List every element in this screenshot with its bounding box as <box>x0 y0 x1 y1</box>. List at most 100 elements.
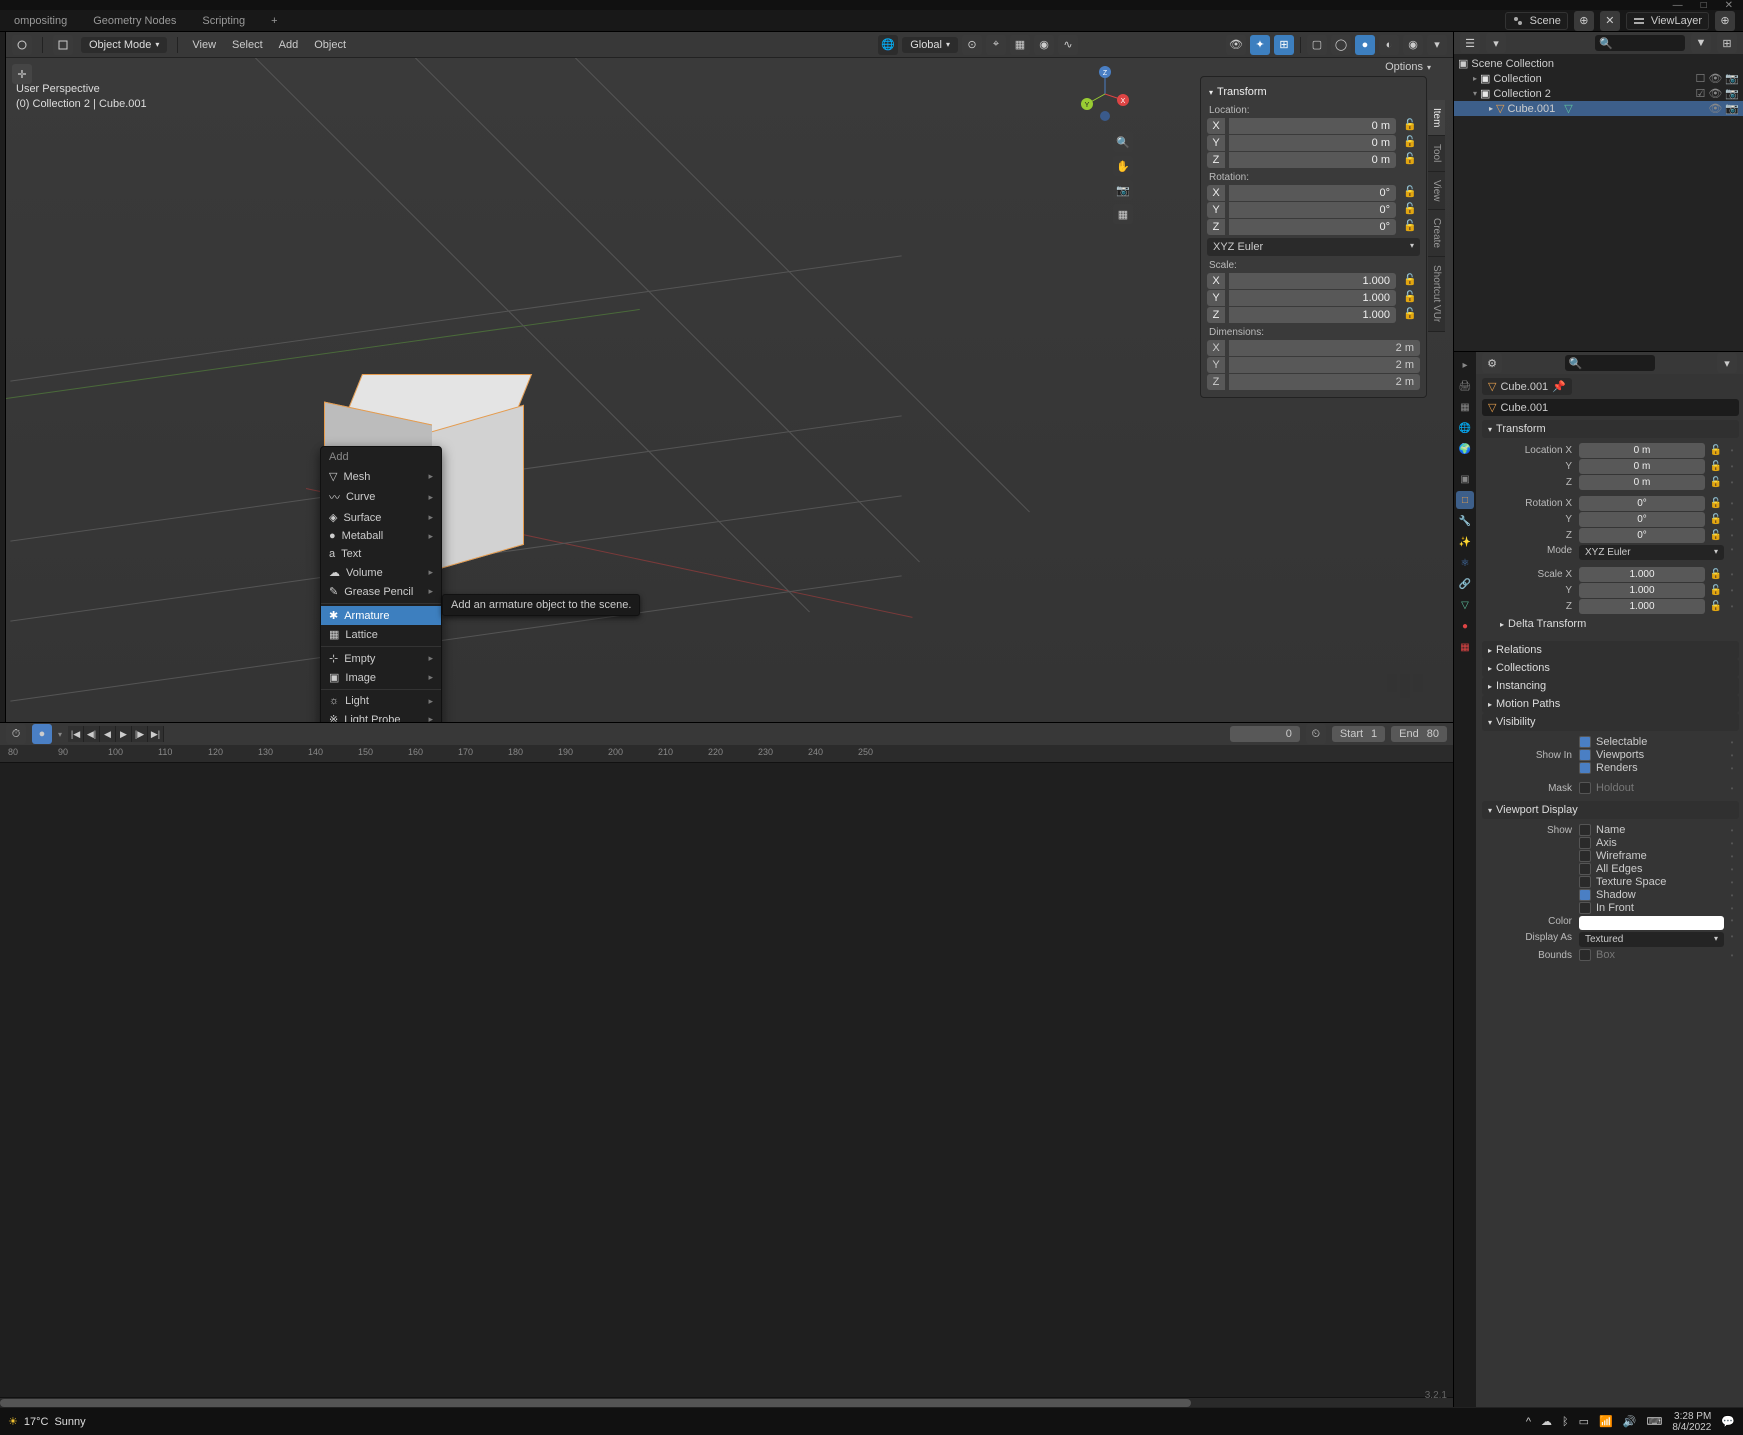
add-mesh[interactable]: ▽Mesh▸ <box>321 467 441 486</box>
section-visibility[interactable]: ▾Visibility <box>1482 713 1739 731</box>
snap-toggle-icon[interactable]: ⌖ <box>986 35 1006 55</box>
eye-icon[interactable]: 👁 <box>1708 102 1722 115</box>
section-transform[interactable]: ▾Transform <box>1482 420 1739 438</box>
weather-widget[interactable]: ☀ 17°C Sunny <box>8 1415 86 1428</box>
add-surface[interactable]: ◈Surface▸ <box>321 508 441 527</box>
lock-icon[interactable]: 🔓 <box>1708 445 1724 456</box>
add-grease-pencil[interactable]: ✎Grease Pencil▸ <box>321 582 441 601</box>
notifications-icon[interactable]: 💬 <box>1721 1415 1735 1428</box>
lock-icon[interactable]: 🔓 <box>1708 477 1724 488</box>
tree-scene-collection[interactable]: ▣ Scene Collection <box>1454 56 1743 71</box>
section-instancing[interactable]: ▸Instancing <box>1482 677 1739 695</box>
add-lattice[interactable]: ▦Lattice <box>321 625 441 644</box>
rot-z-axis[interactable]: Z <box>1207 219 1225 235</box>
dim-z-axis[interactable]: Z <box>1207 374 1225 390</box>
checkbox[interactable] <box>1579 876 1591 888</box>
rot-y-axis[interactable]: Y <box>1207 202 1225 218</box>
cursor-tool-icon[interactable]: ✛ <box>12 64 32 84</box>
visibility-icon[interactable]: 👁 <box>1226 35 1246 55</box>
lock-icon[interactable]: 🔓 <box>1708 498 1724 509</box>
checkbox[interactable] <box>1579 824 1591 836</box>
workspace-tab-add[interactable]: + <box>265 13 283 29</box>
n-tab-shortcut[interactable]: Shortcut VUr <box>1428 257 1445 331</box>
rotation-mode-dropdown[interactable]: XYZ Euler▾ <box>1579 545 1724 560</box>
zoom-icon[interactable]: 🔍 <box>1113 132 1133 152</box>
tab-material[interactable]: ● <box>1456 617 1474 635</box>
editor-type-icon[interactable] <box>12 35 32 55</box>
preview-range-icon[interactable]: ⏲ <box>1306 724 1326 744</box>
rot-x-axis[interactable]: X <box>1207 185 1225 201</box>
screen-icon[interactable]: ▭ <box>1579 1415 1589 1428</box>
auto-key-icon[interactable]: ● <box>32 724 52 744</box>
clock[interactable]: 3:28 PM 8/4/2022 <box>1672 1411 1711 1433</box>
tab-render[interactable]: ▸ <box>1456 356 1474 374</box>
checkbox[interactable] <box>1579 850 1591 862</box>
workspace-tab-geometry-nodes[interactable]: Geometry Nodes <box>87 13 182 29</box>
keyframe-prev-icon[interactable]: ◀| <box>84 726 100 742</box>
outliner-tree[interactable]: ▣ Scene Collection ▸ ▣ Collection ☐👁📷 ▾ … <box>1454 54 1743 351</box>
xray-icon[interactable]: ▢ <box>1307 35 1327 55</box>
prop-loc-x[interactable]: 0 m <box>1579 443 1705 458</box>
menu-object[interactable]: Object <box>310 37 350 53</box>
scale-x-value[interactable]: 1.000 <box>1229 273 1396 289</box>
lock-icon[interactable]: 🔓 <box>1708 601 1724 612</box>
section-motion-paths[interactable]: ▸Motion Paths <box>1482 695 1739 713</box>
lock-icon[interactable]: 🔓 <box>1708 569 1724 580</box>
language-icon[interactable]: ⌨ <box>1646 1415 1662 1428</box>
outliner-filter-icon[interactable]: ▼ <box>1691 33 1711 53</box>
chevron-up-icon[interactable]: ^ <box>1526 1416 1531 1428</box>
n-tab-create[interactable]: Create <box>1428 210 1445 257</box>
dim-y-axis[interactable]: Y <box>1207 357 1225 373</box>
viewlayer-add-icon[interactable]: ⊕ <box>1715 11 1735 31</box>
prop-rot-z[interactable]: 0° <box>1579 528 1705 543</box>
n-tab-tool[interactable]: Tool <box>1428 136 1445 171</box>
workspace-tab-scripting[interactable]: Scripting <box>196 13 251 29</box>
pivot-icon[interactable]: ⊙ <box>962 35 982 55</box>
render-icon[interactable]: 📷 <box>1725 102 1739 115</box>
camera-view-icon[interactable]: 📷 <box>1113 180 1133 200</box>
start-frame-field[interactable]: Start1 <box>1332 726 1385 742</box>
prop-scale-y[interactable]: 1.000 <box>1579 583 1705 598</box>
scene-pin-icon[interactable]: ⊕ <box>1574 11 1594 31</box>
shading-material-icon[interactable]: ◐ <box>1379 35 1399 55</box>
bounds-checkbox[interactable] <box>1579 949 1591 961</box>
outliner-search[interactable]: 🔍 <box>1595 35 1685 51</box>
n-tab-item[interactable]: Item <box>1428 100 1445 136</box>
checkbox[interactable] <box>1579 863 1591 875</box>
timeline-scrollbar[interactable] <box>0 1397 1453 1407</box>
n-tab-view[interactable]: View <box>1428 172 1445 211</box>
tree-collection[interactable]: ▸ ▣ Collection ☐👁📷 <box>1454 71 1743 86</box>
lock-icon[interactable]: 🔓 <box>1400 135 1420 151</box>
n-transform-header[interactable]: ▾Transform <box>1207 83 1420 101</box>
display-as-dropdown[interactable]: Textured▾ <box>1579 932 1724 947</box>
renders-checkbox[interactable] <box>1579 762 1591 774</box>
timeline-body[interactable] <box>0 763 1453 1397</box>
lock-icon[interactable]: 🔓 <box>1400 219 1420 235</box>
prop-loc-z[interactable]: 0 m <box>1579 475 1705 490</box>
workspace-tab-compositing[interactable]: ompositing <box>8 13 73 29</box>
scale-x-axis[interactable]: X <box>1207 273 1225 289</box>
tab-constraints[interactable]: 🔗 <box>1456 575 1474 593</box>
add-image[interactable]: ▣Image▸ <box>321 668 441 687</box>
loc-y-value[interactable]: 0 m <box>1229 135 1396 151</box>
volume-icon[interactable]: 🔊 <box>1623 1415 1637 1428</box>
prop-rot-x[interactable]: 0° <box>1579 496 1705 511</box>
proportional-icon[interactable]: ◉ <box>1034 35 1054 55</box>
tab-particles[interactable]: ✨ <box>1456 533 1474 551</box>
lock-icon[interactable]: 🔓 <box>1708 585 1724 596</box>
tab-modifiers[interactable]: 🔧 <box>1456 512 1474 530</box>
overlay-toggle-icon[interactable]: ⊞ <box>1274 35 1294 55</box>
object-name-field[interactable]: ▽Cube.001 <box>1482 399 1739 416</box>
play-reverse-icon[interactable]: ◀ <box>100 726 116 742</box>
timeline-ruler[interactable]: 8090100110120130140150160170180190200210… <box>0 745 1453 763</box>
options-dropdown[interactable]: Options▾ <box>1375 58 1441 76</box>
dim-x-axis[interactable]: X <box>1207 340 1225 356</box>
menu-select[interactable]: Select <box>228 37 267 53</box>
exclude-icon[interactable]: ☑ <box>1695 87 1705 100</box>
tab-output[interactable]: 🖨 <box>1456 377 1474 395</box>
lock-icon[interactable]: 🔓 <box>1708 461 1724 472</box>
selectable-checkbox[interactable] <box>1579 736 1591 748</box>
lock-icon[interactable]: 🔓 <box>1400 118 1420 134</box>
lock-icon[interactable]: 🔓 <box>1400 152 1420 168</box>
tree-cube-001[interactable]: ▸ ▽ Cube.001 ▽ 👁📷 <box>1454 101 1743 116</box>
